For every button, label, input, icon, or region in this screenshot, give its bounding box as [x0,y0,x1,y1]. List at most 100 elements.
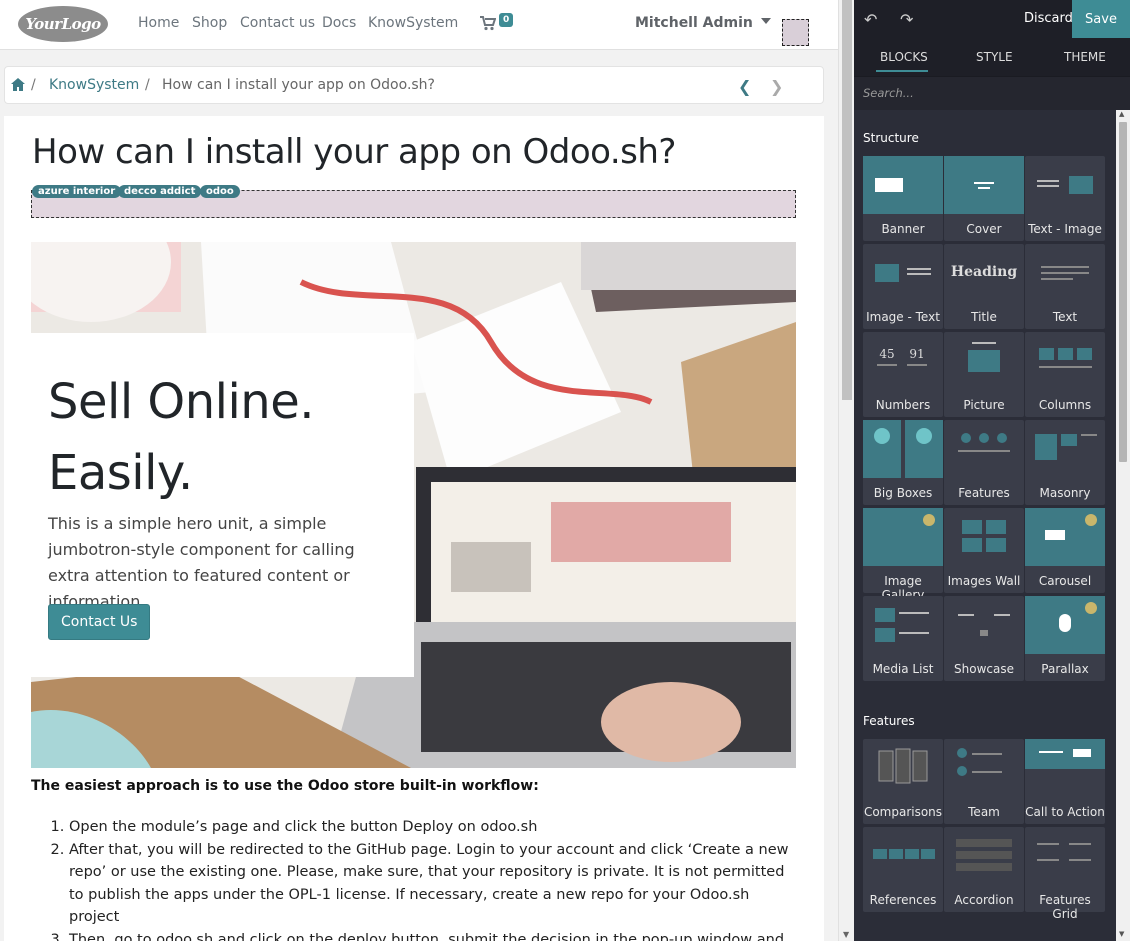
title-thumbnail-icon: Heading [951,264,1017,280]
block-parallax[interactable]: Parallax [1025,596,1105,681]
undo-icon[interactable]: ↶ [864,10,877,29]
block-banner[interactable]: Banner [863,156,943,241]
breadcrumb-knowsystem[interactable]: KnowSystem [49,77,139,93]
block-accordion[interactable]: Accordion [944,827,1024,912]
block-label: Call to Action [1025,805,1105,819]
block-carousel[interactable]: Carousel [1025,508,1105,593]
image-gallery-thumbnail-icon [863,508,943,566]
nav-link-contact-us[interactable]: Contact us [240,15,315,31]
redo-icon[interactable]: ↷ [900,10,913,29]
scrollbar-thumb[interactable] [1119,122,1127,462]
block-features-grid[interactable]: Features Grid [1025,827,1105,921]
website-page: YourLogo Home Shop Contact us Docs KnowS… [0,0,838,941]
steps-list[interactable]: Open the module’s page and click the but… [31,816,801,941]
discard-button[interactable]: Discard [1024,11,1073,26]
search-input[interactable]: Search... [854,76,1130,110]
showcase-thumbnail-icon [958,614,1010,636]
features-grid-thumbnail-icon [1037,843,1091,861]
block-comparisons[interactable]: Comparisons [863,739,943,824]
block-cover[interactable]: Cover [944,156,1024,241]
block-title[interactable]: Heading Title [944,244,1024,329]
cart-link[interactable]: 0 [480,13,516,35]
home-icon[interactable] [11,78,25,91]
references-thumbnail-icon [873,849,935,859]
list-item: Then, go to odoo.sh and click on the dep… [69,929,801,941]
user-name: Mitchell Admin [635,15,753,31]
block-masonry[interactable]: Masonry [1025,420,1105,505]
steps-heading[interactable]: The easiest approach is to use the Odoo … [31,778,539,794]
text-thumbnail-icon [1041,266,1089,280]
block-label: Picture [963,398,1005,412]
block-label: Text - Image [1028,222,1102,236]
list-item: Open the module’s page and click the but… [69,816,801,839]
active-tab-indicator [876,70,928,72]
tag-badge[interactable]: azure interior [32,185,122,198]
team-thumbnail-icon [957,748,1002,776]
scroll-up-icon[interactable]: ▲ [1119,110,1124,118]
block-image-text[interactable]: Image - Text [863,244,943,329]
block-image-gallery[interactable]: Image Gallery [863,508,943,602]
block-text[interactable]: Text [1025,244,1105,329]
block-label: Text [1052,310,1078,324]
editor-toolbar: ↶ ↷ Discard Save [854,0,1130,38]
block-label: Parallax [1041,662,1089,676]
tab-style[interactable]: STYLE [976,50,1013,64]
big-boxes-thumbnail-icon [863,420,943,478]
hero-section[interactable]: Sell Online. Easily. This is a simple he… [31,242,796,768]
block-label: Numbers [875,398,931,412]
text-image-thumbnail-icon [1037,176,1093,194]
block-media-list[interactable]: Media List [863,596,943,681]
page-scrollbar[interactable]: ▼ [838,0,854,941]
next-article-icon[interactable]: ❯ [770,77,783,96]
hero-text[interactable]: This is a simple hero unit, a simple jum… [48,511,388,615]
block-text-image[interactable]: Text - Image [1025,156,1105,241]
block-picture[interactable]: Picture [944,332,1024,417]
tab-theme[interactable]: THEME [1064,50,1106,64]
image-text-thumbnail-icon [875,264,931,282]
block-call-to-action[interactable]: Call to Action [1025,739,1105,824]
block-label: Team [968,805,1000,819]
hero-title[interactable]: Sell Online. Easily. [48,367,408,509]
block-label: Accordion [954,893,1014,907]
block-label: Masonry [1039,486,1091,500]
block-label: Image - Text [866,310,940,324]
block-features[interactable]: Features [944,420,1024,505]
breadcrumb-current: How can I install your app on Odoo.sh? [162,77,435,93]
breadcrumb: / KnowSystem / How can I install your ap… [4,66,824,104]
svg-text:Heading: Heading [951,264,1017,280]
block-numbers[interactable]: 45 91 Numbers [863,332,943,417]
tag-badge[interactable]: decco addict [118,185,202,198]
scroll-down-icon[interactable]: ▼ [843,930,849,939]
images-wall-thumbnail-icon [962,520,1006,552]
selected-snippet-placeholder[interactable] [782,19,809,46]
block-team[interactable]: Team [944,739,1024,824]
editor-tabs: BLOCKS STYLE THEME [854,38,1130,76]
sidebar-scrollbar[interactable]: ▲ ▼ [1116,110,1130,941]
tab-blocks[interactable]: BLOCKS [880,50,928,64]
search-placeholder: Search... [863,86,914,100]
logo[interactable]: YourLogo [18,6,108,42]
block-references[interactable]: References [863,827,943,912]
picture-thumbnail-icon [968,342,1000,372]
tag-badge[interactable]: odoo [200,185,240,198]
previous-article-icon[interactable]: ❮ [738,77,751,96]
block-label: Features Grid [1039,893,1091,921]
tags-section[interactable]: azure interior decco addict odoo [31,185,796,218]
nav-link-docs[interactable]: Docs [322,15,356,31]
block-images-wall[interactable]: Images Wall [944,508,1024,593]
nav-link-knowsystem[interactable]: KnowSystem [368,15,458,31]
block-showcase[interactable]: Showcase [944,596,1024,681]
save-button[interactable]: Save [1072,0,1130,38]
user-menu[interactable]: Mitchell Admin [635,15,771,31]
nav-link-shop[interactable]: Shop [192,15,227,31]
block-columns[interactable]: Columns [1025,332,1105,417]
article-title[interactable]: How can I install your app on Odoo.sh? [32,132,676,172]
list-item: After that, you will be redirected to th… [69,839,801,929]
scroll-down-icon[interactable]: ▼ [1119,930,1124,938]
nav-link-home[interactable]: Home [138,15,179,31]
block-big-boxes[interactable]: Big Boxes [863,420,943,505]
contact-us-button[interactable]: Contact Us [48,604,151,640]
chevron-down-icon [760,18,771,24]
block-label: Comparisons [863,805,943,819]
scrollbar-thumb[interactable] [842,0,852,400]
